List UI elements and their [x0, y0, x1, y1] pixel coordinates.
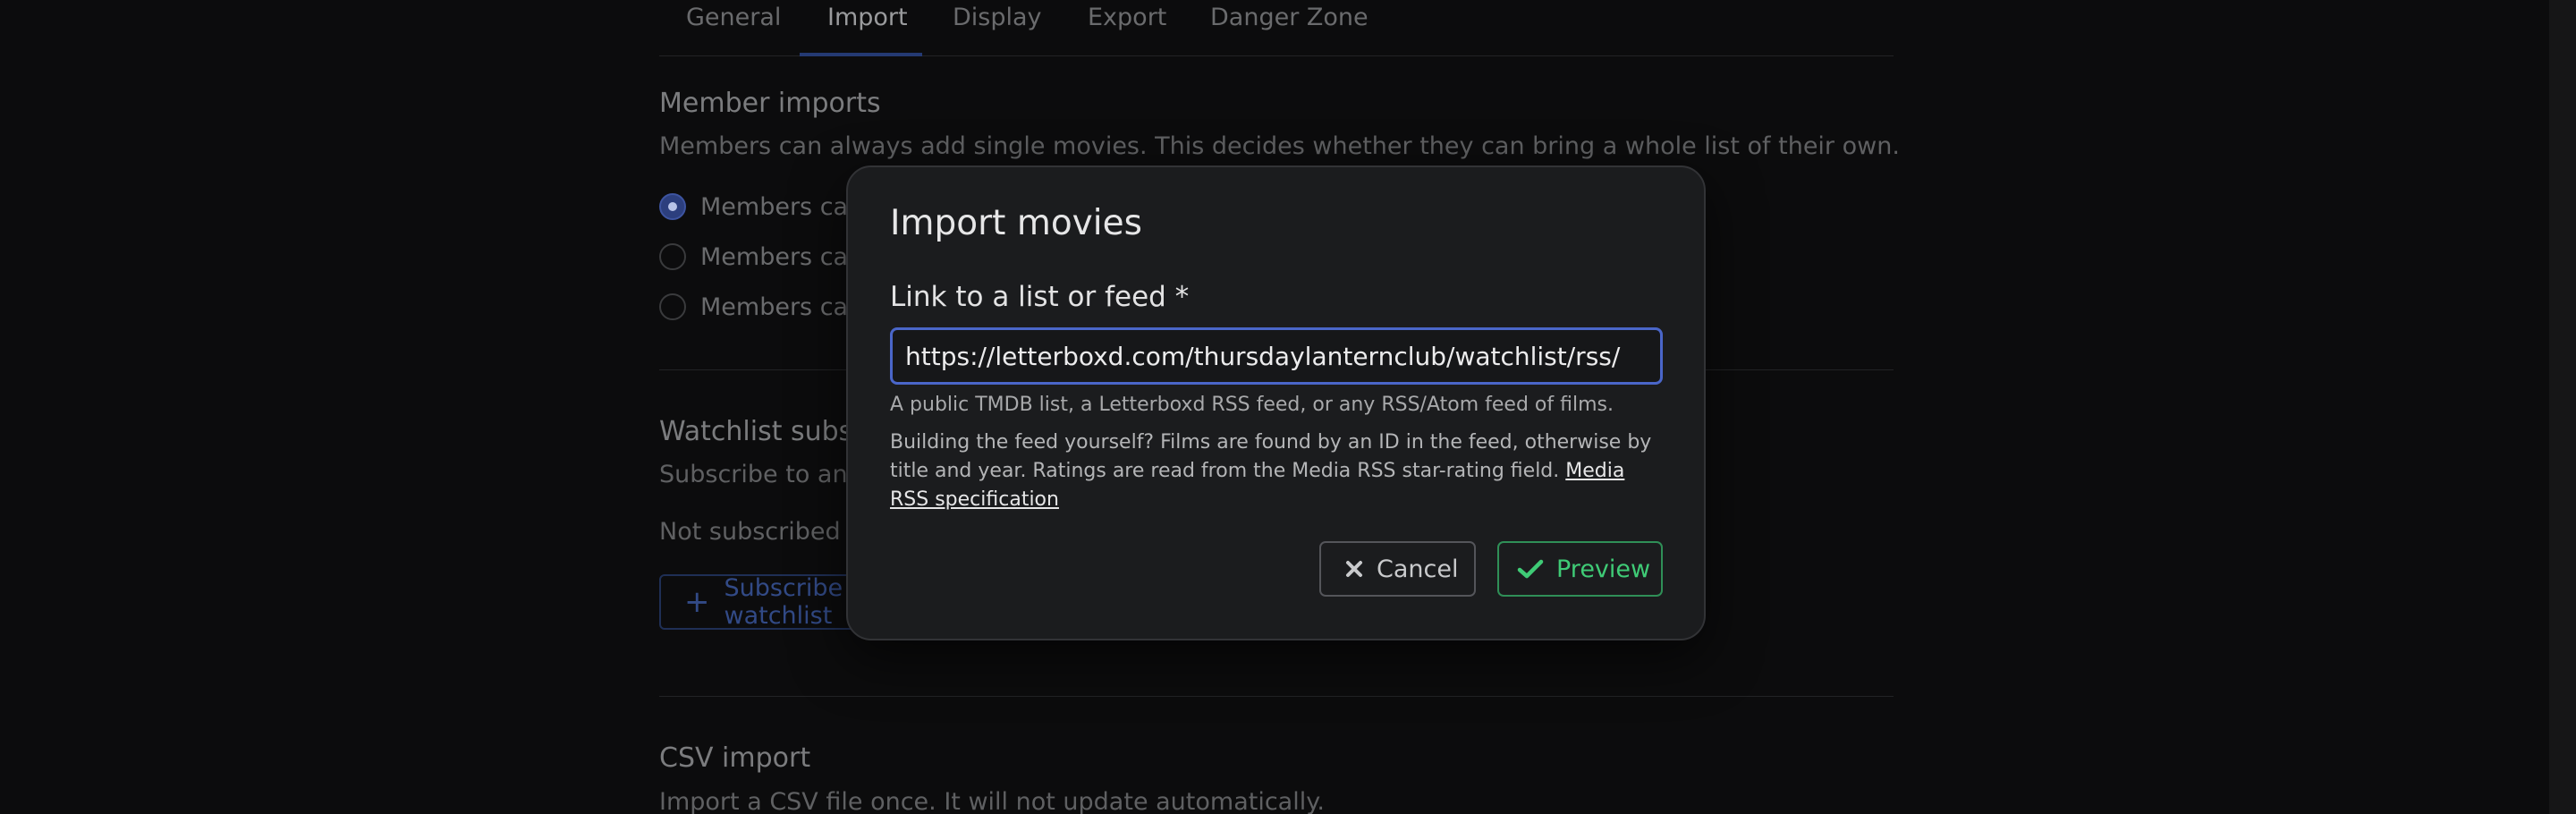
- radio-unchecked[interactable]: [659, 293, 686, 320]
- cancel-label: Cancel: [1377, 555, 1459, 583]
- preview-button[interactable]: Preview: [1497, 541, 1663, 597]
- cancel-button[interactable]: Cancel: [1319, 541, 1476, 597]
- member-imports-title: Member imports: [659, 88, 881, 119]
- close-icon: [1346, 561, 1362, 577]
- check-icon: [1517, 559, 1544, 579]
- import-movies-dialog: Import movies Link to a list or feed * A…: [846, 165, 1706, 640]
- feed-help-body: Building the feed yourself? Films are fo…: [890, 431, 1652, 482]
- url-help-text: A public TMDB list, a Letterboxd RSS fee…: [890, 394, 1614, 416]
- settings-content: General Import Display Export Danger Zon…: [659, 0, 1900, 814]
- list-url-input[interactable]: [890, 327, 1663, 385]
- radio-checked[interactable]: [659, 193, 686, 220]
- tab-display[interactable]: Display: [953, 4, 1042, 54]
- settings-tabs: General Import Display Export Danger Zon…: [659, 0, 1894, 56]
- member-imports-description: Members can always add single movies. Th…: [659, 132, 1900, 160]
- section-divider: [659, 696, 1894, 697]
- page-scrollbar[interactable]: [2549, 0, 2576, 814]
- url-field-label: Link to a list or feed *: [890, 281, 1190, 313]
- tab-general[interactable]: General: [686, 4, 781, 54]
- csv-title: CSV import: [659, 742, 811, 774]
- plus-icon: +: [684, 584, 710, 620]
- settings-page: General Import Display Export Danger Zon…: [0, 0, 2576, 814]
- feed-help-text: Building the feed yourself? Films are fo…: [890, 428, 1668, 514]
- tab-import[interactable]: Import: [827, 4, 908, 54]
- tab-export[interactable]: Export: [1088, 4, 1166, 54]
- dialog-title: Import movies: [890, 203, 1142, 243]
- csv-description: Import a CSV file once. It will not upda…: [659, 788, 1325, 814]
- radio-unchecked[interactable]: [659, 243, 686, 270]
- tab-danger-zone[interactable]: Danger Zone: [1210, 4, 1368, 54]
- active-tab-indicator: [800, 53, 922, 56]
- preview-label: Preview: [1556, 555, 1651, 583]
